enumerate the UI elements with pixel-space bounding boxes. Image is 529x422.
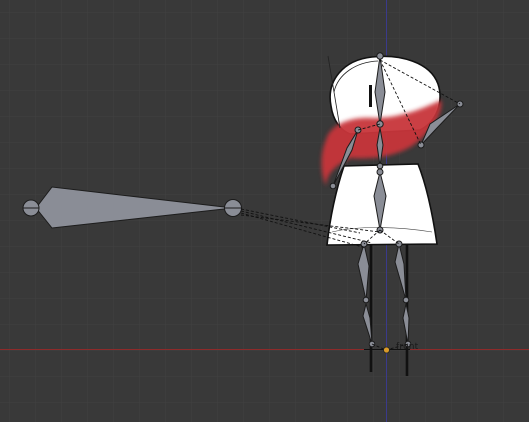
origin-dot[interactable] (383, 346, 390, 354)
character-eye (369, 85, 372, 107)
3d-viewport[interactable]: front (0, 0, 529, 422)
viewport-canvas[interactable] (0, 0, 529, 422)
origin-label: front (396, 342, 419, 352)
